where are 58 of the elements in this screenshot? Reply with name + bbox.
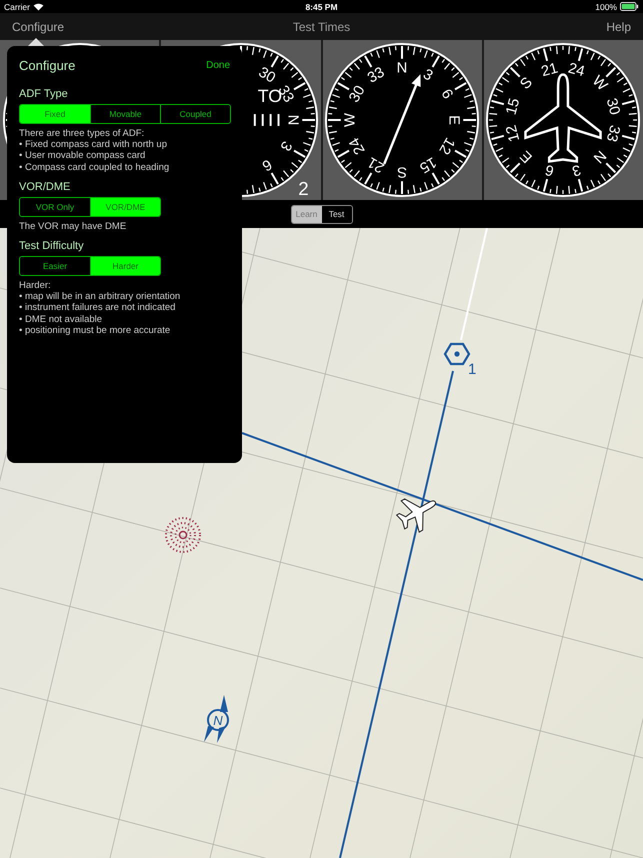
help-button[interactable]: Help <box>606 20 631 34</box>
dial-label: W <box>589 73 610 94</box>
description-text: • instrument failures are not indicated <box>19 302 176 314</box>
ndb-station-icon <box>165 517 201 553</box>
dial-label: 12 <box>504 123 524 144</box>
dial-label: S <box>397 163 408 180</box>
section-title: ADF Type <box>19 88 69 100</box>
dial-label: N <box>284 114 300 126</box>
vor-station-icon <box>444 342 470 366</box>
segment-option[interactable]: Coupled <box>160 105 230 123</box>
dial-label: 6 <box>438 86 456 102</box>
dial-label: 6 <box>544 160 556 178</box>
dial-label: 15 <box>504 96 524 117</box>
airplane-icon <box>396 498 436 533</box>
station-number: 1 <box>468 361 476 378</box>
deviation-dots-icon <box>254 114 280 126</box>
segment-option[interactable]: Fixed <box>20 105 90 123</box>
done-button[interactable]: Done <box>206 60 230 70</box>
description-text: • Fixed compass card with north up <box>19 139 168 150</box>
dial-label: 3 <box>570 160 583 178</box>
description-text: • positioning must be more accurate <box>19 324 172 336</box>
dial-label: W <box>342 113 359 127</box>
description-text: Harder: <box>19 280 52 292</box>
segment-option[interactable]: Harder <box>90 257 160 276</box>
dial-label: 6 <box>259 156 274 174</box>
dial-label: E <box>446 115 462 125</box>
dial-label: 3 <box>276 138 294 154</box>
section-title: VOR/DME <box>19 180 72 193</box>
description-text: • Compass card coupled to heading <box>19 162 170 173</box>
description-text: • User movable compass card <box>19 150 146 162</box>
wifi-icon <box>32 2 44 10</box>
nav-title: Test Times <box>292 20 350 34</box>
north-arrow-icon <box>204 695 229 743</box>
section-title: Test Difficulty <box>19 240 85 252</box>
dial-label: S <box>518 74 536 93</box>
dial-label: 33 <box>603 123 623 144</box>
dial-label: 3 <box>420 66 436 84</box>
description-text: • DME not available <box>19 314 104 325</box>
dial-label: N <box>396 60 408 77</box>
dial-label: 24 <box>566 60 587 80</box>
popover-title: Configure <box>19 58 76 72</box>
dial-label: 21 <box>540 60 560 80</box>
description-text: The VOR may have DME <box>19 220 128 232</box>
battery-percent: 100% <box>595 2 617 12</box>
north-label: N <box>213 713 223 728</box>
segment-option[interactable]: VOR/DME <box>90 198 160 216</box>
dial-label: N <box>590 146 610 166</box>
dial-label: 30 <box>603 96 623 117</box>
configure-button[interactable]: Configure <box>12 20 64 34</box>
dial-label: E <box>518 147 536 166</box>
carrier-label: Carrier <box>4 2 30 12</box>
status-time: 8:45 PM <box>305 2 338 12</box>
description-text: There are three types of ADF: <box>19 128 146 140</box>
description-text: • map will be in an arbitrary orientation <box>19 291 182 302</box>
dial-label: 30 <box>255 64 278 87</box>
battery-icon <box>620 2 639 11</box>
needle-icon <box>383 74 421 164</box>
instrument-number: 2 <box>298 178 309 199</box>
